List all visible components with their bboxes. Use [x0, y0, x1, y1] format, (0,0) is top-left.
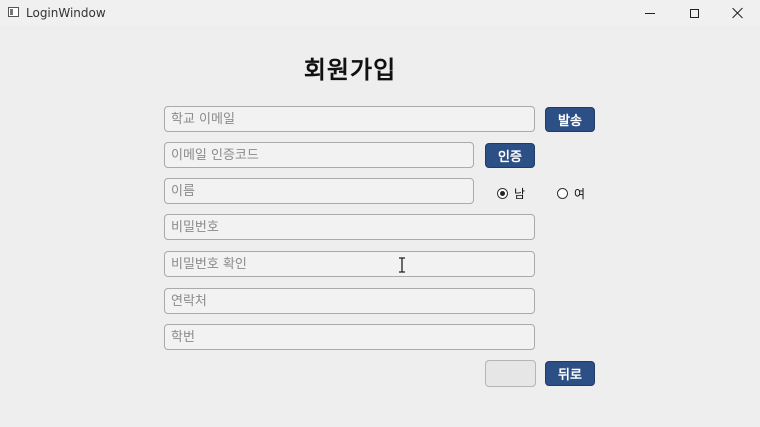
- minimize-icon: [645, 12, 655, 14]
- gender-male-label: 남: [514, 187, 526, 201]
- title-bar: LoginWindow: [0, 0, 760, 26]
- radio-unchecked-icon: [557, 188, 568, 199]
- text-cursor-icon: [399, 257, 405, 273]
- name-input[interactable]: [164, 178, 474, 204]
- radio-checked-icon: [497, 188, 508, 199]
- password-input[interactable]: [164, 214, 535, 240]
- maximize-icon: [689, 8, 699, 18]
- back-button[interactable]: 뒤로: [545, 361, 595, 386]
- blank-button[interactable]: [485, 360, 536, 387]
- close-icon: [732, 7, 744, 19]
- school-email-input[interactable]: [164, 106, 535, 132]
- send-button[interactable]: 발송: [545, 107, 595, 132]
- minimize-button[interactable]: [628, 0, 672, 26]
- close-button[interactable]: [716, 0, 760, 26]
- page-title: 회원가입: [303, 56, 397, 84]
- gender-female-label: 여: [574, 187, 586, 201]
- gender-male-radio[interactable]: 남: [497, 185, 525, 202]
- maximize-button[interactable]: [672, 0, 716, 26]
- password-confirm-input[interactable]: [164, 251, 535, 277]
- verify-button[interactable]: 인증: [485, 143, 535, 168]
- app-window-icon: [8, 7, 19, 17]
- contact-input[interactable]: [164, 288, 535, 314]
- gender-female-radio[interactable]: 여: [557, 185, 585, 202]
- window-title: LoginWindow: [26, 6, 106, 20]
- email-code-input[interactable]: [164, 142, 474, 168]
- student-id-input[interactable]: [164, 324, 535, 350]
